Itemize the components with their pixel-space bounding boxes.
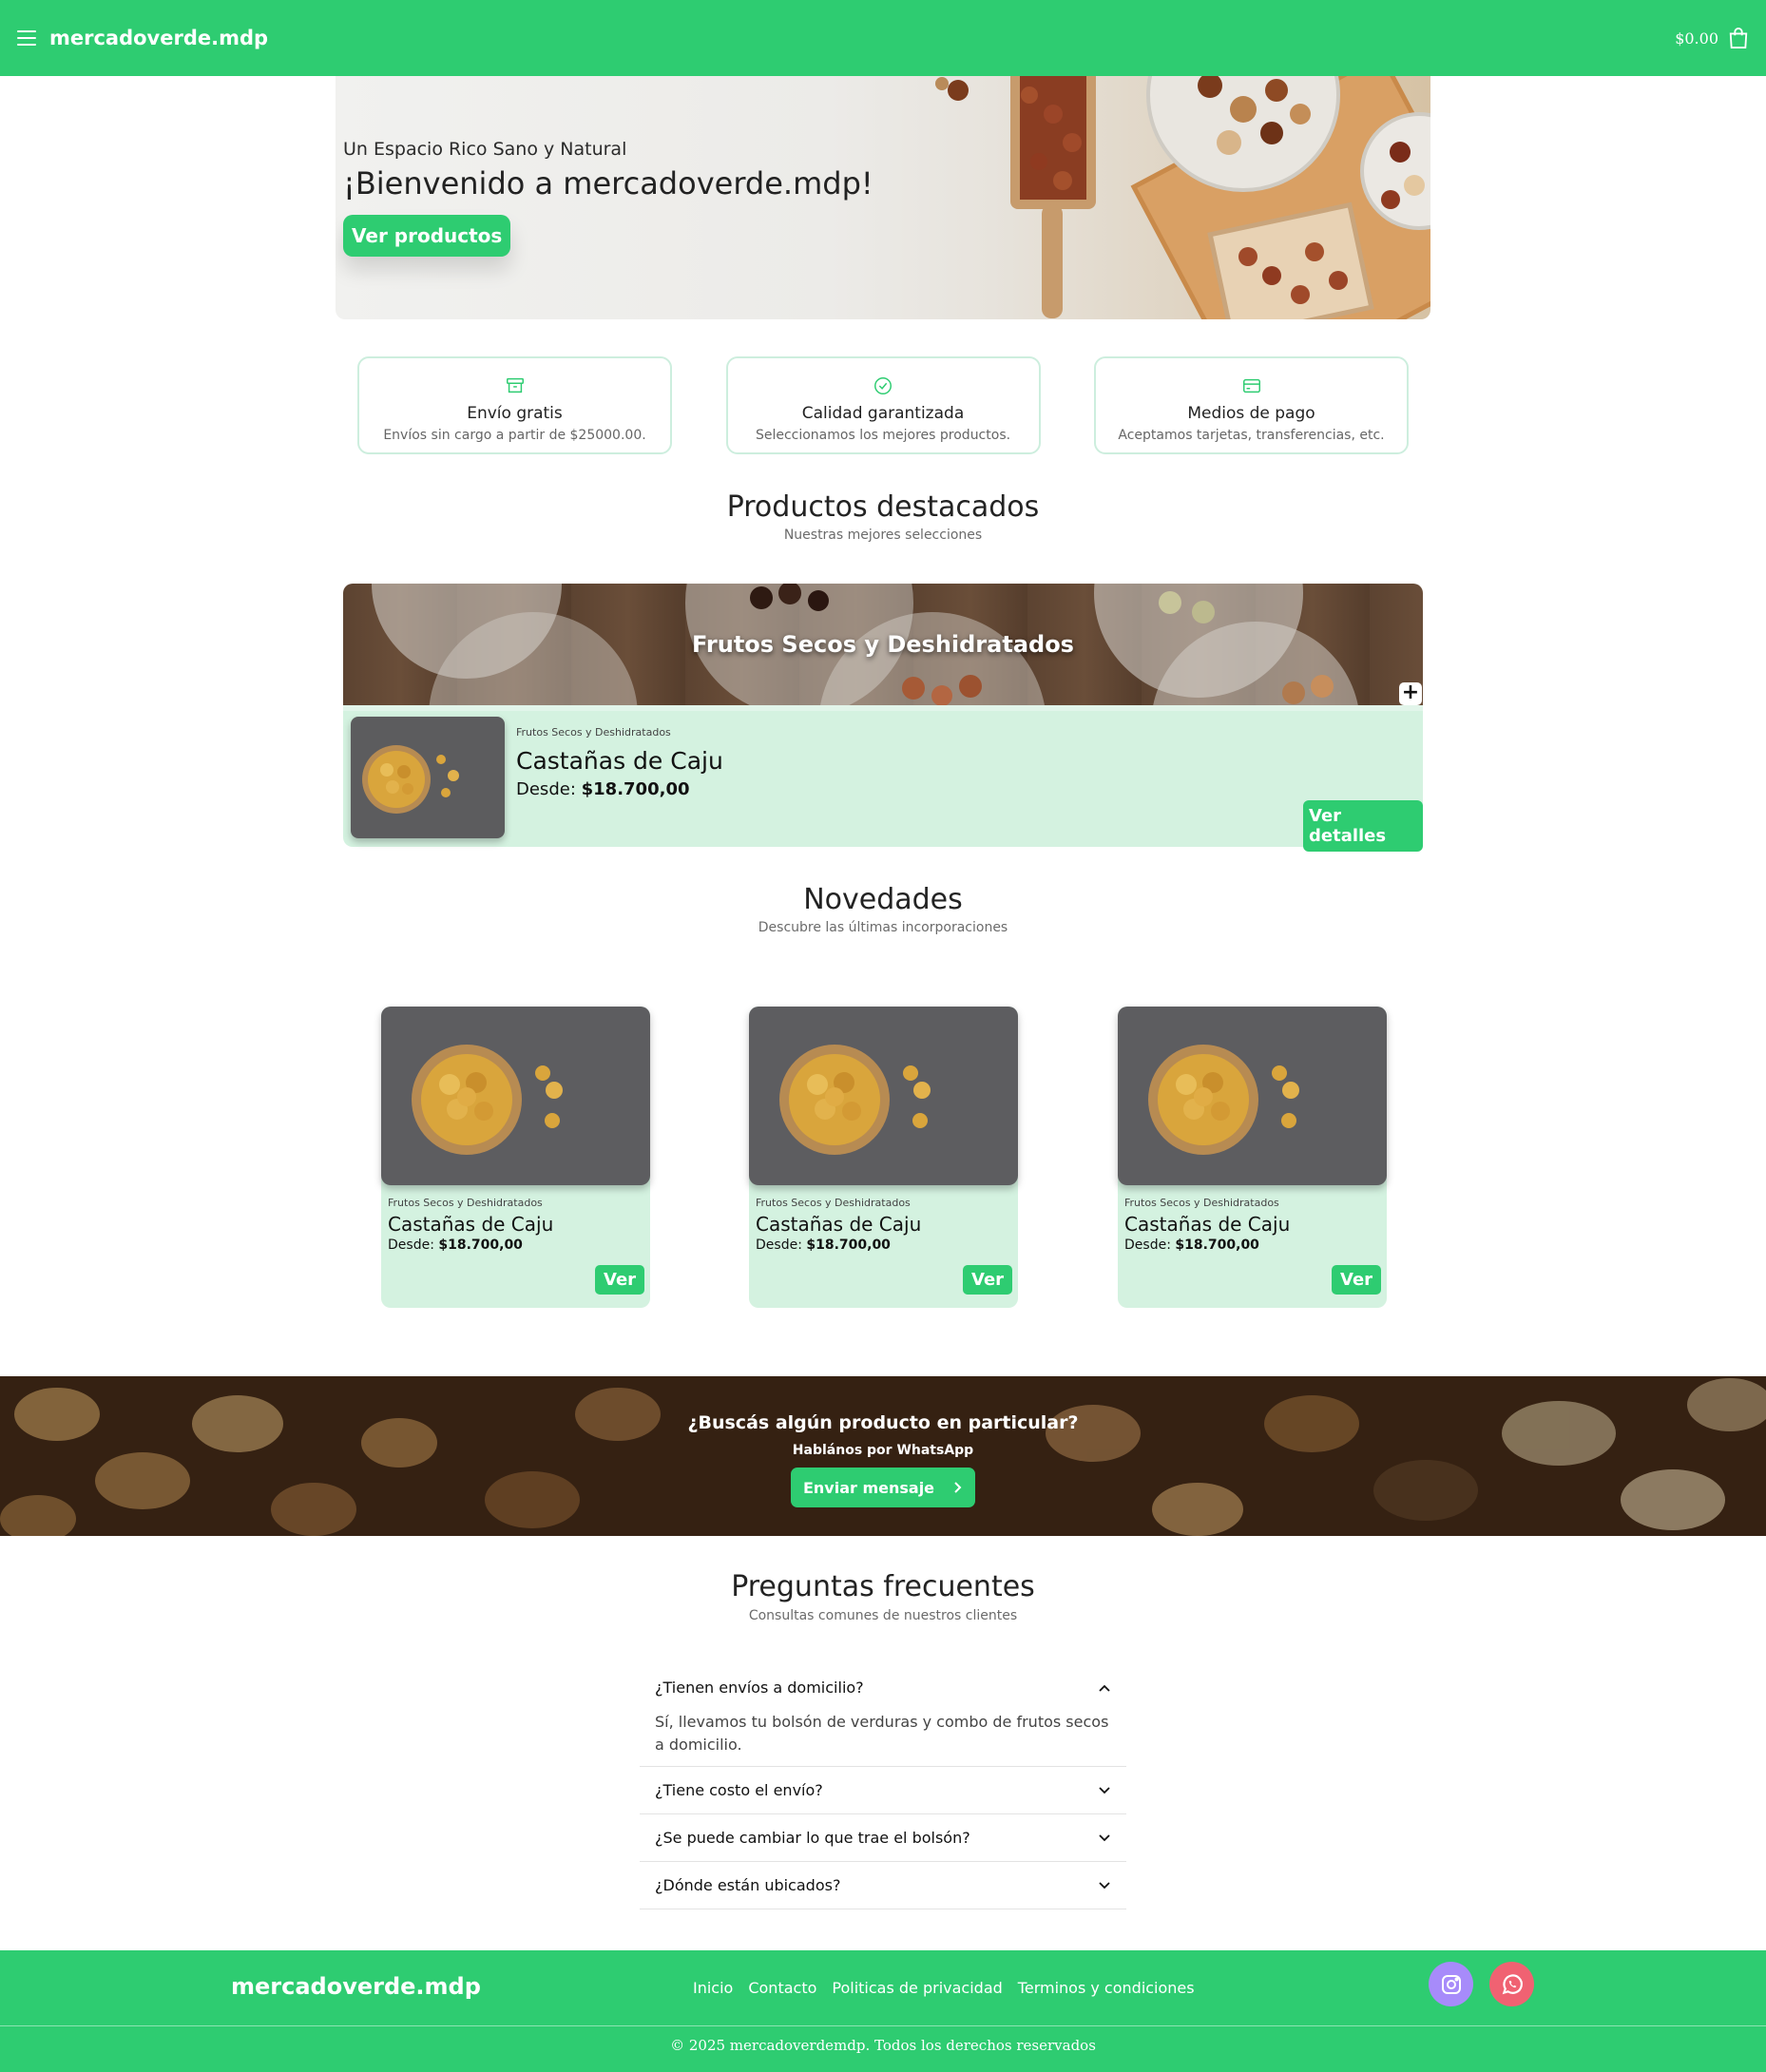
feature-free-shipping: Envío gratis Envíos sin cargo a partir d… — [357, 356, 672, 454]
new-section-title: Novedades — [803, 883, 963, 916]
feature-quality: Calidad garantizada Seleccionamos los me… — [725, 356, 1041, 454]
feature-payment: Medios de pago Aceptamos tarjetas, trans… — [1094, 356, 1409, 454]
product-name[interactable]: Castañas de Caju — [388, 1213, 553, 1236]
hero-nuts-image — [935, 76, 1430, 319]
chevron-right-icon — [954, 1482, 962, 1493]
faq-question[interactable]: ¿Tienen envíos a domicilio? — [640, 1664, 1126, 1711]
chevron-down-icon — [1099, 1786, 1110, 1794]
product-price: Desde: $18.700,00 — [388, 1237, 523, 1253]
product-image[interactable] — [381, 1007, 650, 1185]
instagram-button[interactable] — [1429, 1962, 1473, 2006]
footer-links: Inicio Contacto Politicas de privacidad … — [693, 1979, 1195, 1997]
featured-section-title: Productos destacados — [726, 490, 1040, 524]
send-message-button[interactable]: Enviar mensaje — [791, 1468, 975, 1507]
view-button[interactable]: Ver — [1332, 1265, 1382, 1295]
hero-banner: Un Espacio Rico Sano y Natural ¡Bienveni… — [336, 76, 1430, 319]
product-image[interactable] — [351, 717, 505, 838]
brand-logo[interactable]: mercadoverde.mdp — [49, 27, 268, 49]
faq-item: ¿Se puede cambiar lo que trae el bolsón? — [640, 1814, 1126, 1862]
top-navbar: mercadoverde.mdp $0.00 — [0, 0, 1766, 76]
hero-title: ¡Bienvenido a mercadoverde.mdp! — [343, 165, 873, 201]
product-name[interactable]: Castañas de Caju — [756, 1213, 921, 1236]
feature-description: Seleccionamos los mejores productos. — [755, 428, 1011, 443]
faq-answer: Sí, llevamos tu bolsón de verduras y com… — [655, 1713, 1109, 1754]
faq-question[interactable]: ¿Tiene costo el envío? — [640, 1767, 1126, 1813]
product-image[interactable] — [1118, 1007, 1387, 1185]
whatsapp-cta-banner: ¿Buscás algún producto en particular? Ha… — [0, 1376, 1766, 1536]
social-links — [1429, 1962, 1534, 2006]
hero-subtitle: Un Espacio Rico Sano y Natural — [343, 139, 627, 160]
credit-card-icon — [1242, 378, 1260, 393]
footer-link-privacy[interactable]: Politicas de privacidad — [832, 1979, 1002, 1997]
product-category: Frutos Secos y Deshidratados — [756, 1197, 911, 1209]
whatsapp-button[interactable] — [1489, 1962, 1534, 2006]
footer-link-terms[interactable]: Terminos y condiciones — [1018, 1979, 1195, 1997]
category-banner[interactable]: Frutos Secos y Deshidratados — [343, 584, 1423, 705]
product-card: Frutos Secos y Deshidratados Castañas de… — [749, 1007, 1018, 1308]
cart-summary[interactable]: $0.00 — [1675, 27, 1749, 49]
footer-link-contacto[interactable]: Contacto — [748, 1979, 816, 1997]
footer-brand[interactable]: mercadoverde.mdp — [231, 1973, 481, 2000]
footer-copyright: © 2025 mercadoverdemdp. Todos los derech… — [670, 2037, 1096, 2054]
product-price: Desde: $18.700,00 — [756, 1237, 891, 1253]
product-price: Desde: $18.700,00 — [1124, 1237, 1259, 1253]
cta-subtitle: Hablános por WhatsApp — [792, 1443, 974, 1458]
features-row: Envío gratis Envíos sin cargo a partir d… — [357, 356, 1409, 454]
feature-title: Envío gratis — [467, 404, 563, 423]
faq-question[interactable]: ¿Dónde están ubicados? — [640, 1862, 1126, 1909]
faq-item: ¿Tiene costo el envío? — [640, 1767, 1126, 1814]
send-message-label: Enviar mensaje — [802, 1478, 935, 1497]
feature-title: Calidad garantizada — [801, 404, 965, 423]
check-circle-icon — [874, 377, 892, 394]
featured-section-subtitle: Nuestras mejores selecciones — [783, 528, 983, 543]
new-section-subtitle: Descubre las últimas incorporaciones — [758, 920, 1008, 935]
featured-product-row: Frutos Secos y Deshidratados Castañas de… — [343, 705, 1423, 852]
chevron-up-icon — [1099, 1684, 1110, 1692]
footer-divider — [0, 2025, 1766, 2026]
category-title: Frutos Secos y Deshidratados — [692, 631, 1074, 658]
faq-accordion: ¿Tienen envíos a domicilio? Sí, llevamos… — [640, 1664, 1126, 1909]
whatsapp-icon — [1502, 1973, 1523, 1994]
instagram-icon — [1441, 1974, 1461, 1994]
product-category: Frutos Secos y Deshidratados — [516, 726, 671, 739]
faq-item: ¿Dónde están ubicados? — [640, 1862, 1126, 1909]
product-price: Desde: $18.700,00 — [516, 779, 690, 799]
feature-description: Envíos sin cargo a partir de $25000.00. — [383, 428, 646, 443]
view-products-button[interactable]: Ver productos — [343, 215, 511, 257]
chevron-down-icon — [1099, 1881, 1110, 1889]
faq-question[interactable]: ¿Se puede cambiar lo que trae el bolsón? — [640, 1814, 1126, 1861]
feature-title: Medios de pago — [1187, 404, 1315, 423]
faq-item: ¿Tienen envíos a domicilio? Sí, llevamos… — [640, 1664, 1126, 1767]
cart-total: $0.00 — [1675, 29, 1718, 48]
hamburger-menu-icon[interactable] — [17, 30, 36, 46]
site-footer: mercadoverde.mdp Inicio Contacto Politic… — [0, 1950, 1766, 2072]
view-details-button[interactable]: Ver detalles — [1303, 800, 1423, 852]
product-category: Frutos Secos y Deshidratados — [388, 1197, 543, 1209]
view-button[interactable]: Ver — [595, 1265, 645, 1295]
product-category: Frutos Secos y Deshidratados — [1124, 1197, 1279, 1209]
faq-section-title: Preguntas frecuentes — [731, 1570, 1035, 1603]
footer-link-inicio[interactable]: Inicio — [693, 1979, 733, 1997]
archive-box-icon — [506, 377, 524, 393]
faq-section-subtitle: Consultas comunes de nuestros clientes — [748, 1608, 1018, 1623]
product-card: Frutos Secos y Deshidratados Castañas de… — [1118, 1007, 1387, 1308]
product-card: Frutos Secos y Deshidratados Castañas de… — [381, 1007, 650, 1308]
product-name[interactable]: Castañas de Caju — [1124, 1213, 1290, 1236]
product-image[interactable] — [749, 1007, 1018, 1185]
view-button[interactable]: Ver — [963, 1265, 1013, 1295]
feature-description: Aceptamos tarjetas, transferencias, etc. — [1118, 428, 1385, 443]
expand-category-button[interactable]: + — [1399, 682, 1422, 705]
chevron-down-icon — [1099, 1833, 1110, 1841]
product-name[interactable]: Castañas de Caju — [516, 747, 723, 775]
cta-title: ¿Buscás algún producto en particular? — [687, 1412, 1079, 1433]
shopping-bag-icon[interactable] — [1728, 27, 1749, 49]
